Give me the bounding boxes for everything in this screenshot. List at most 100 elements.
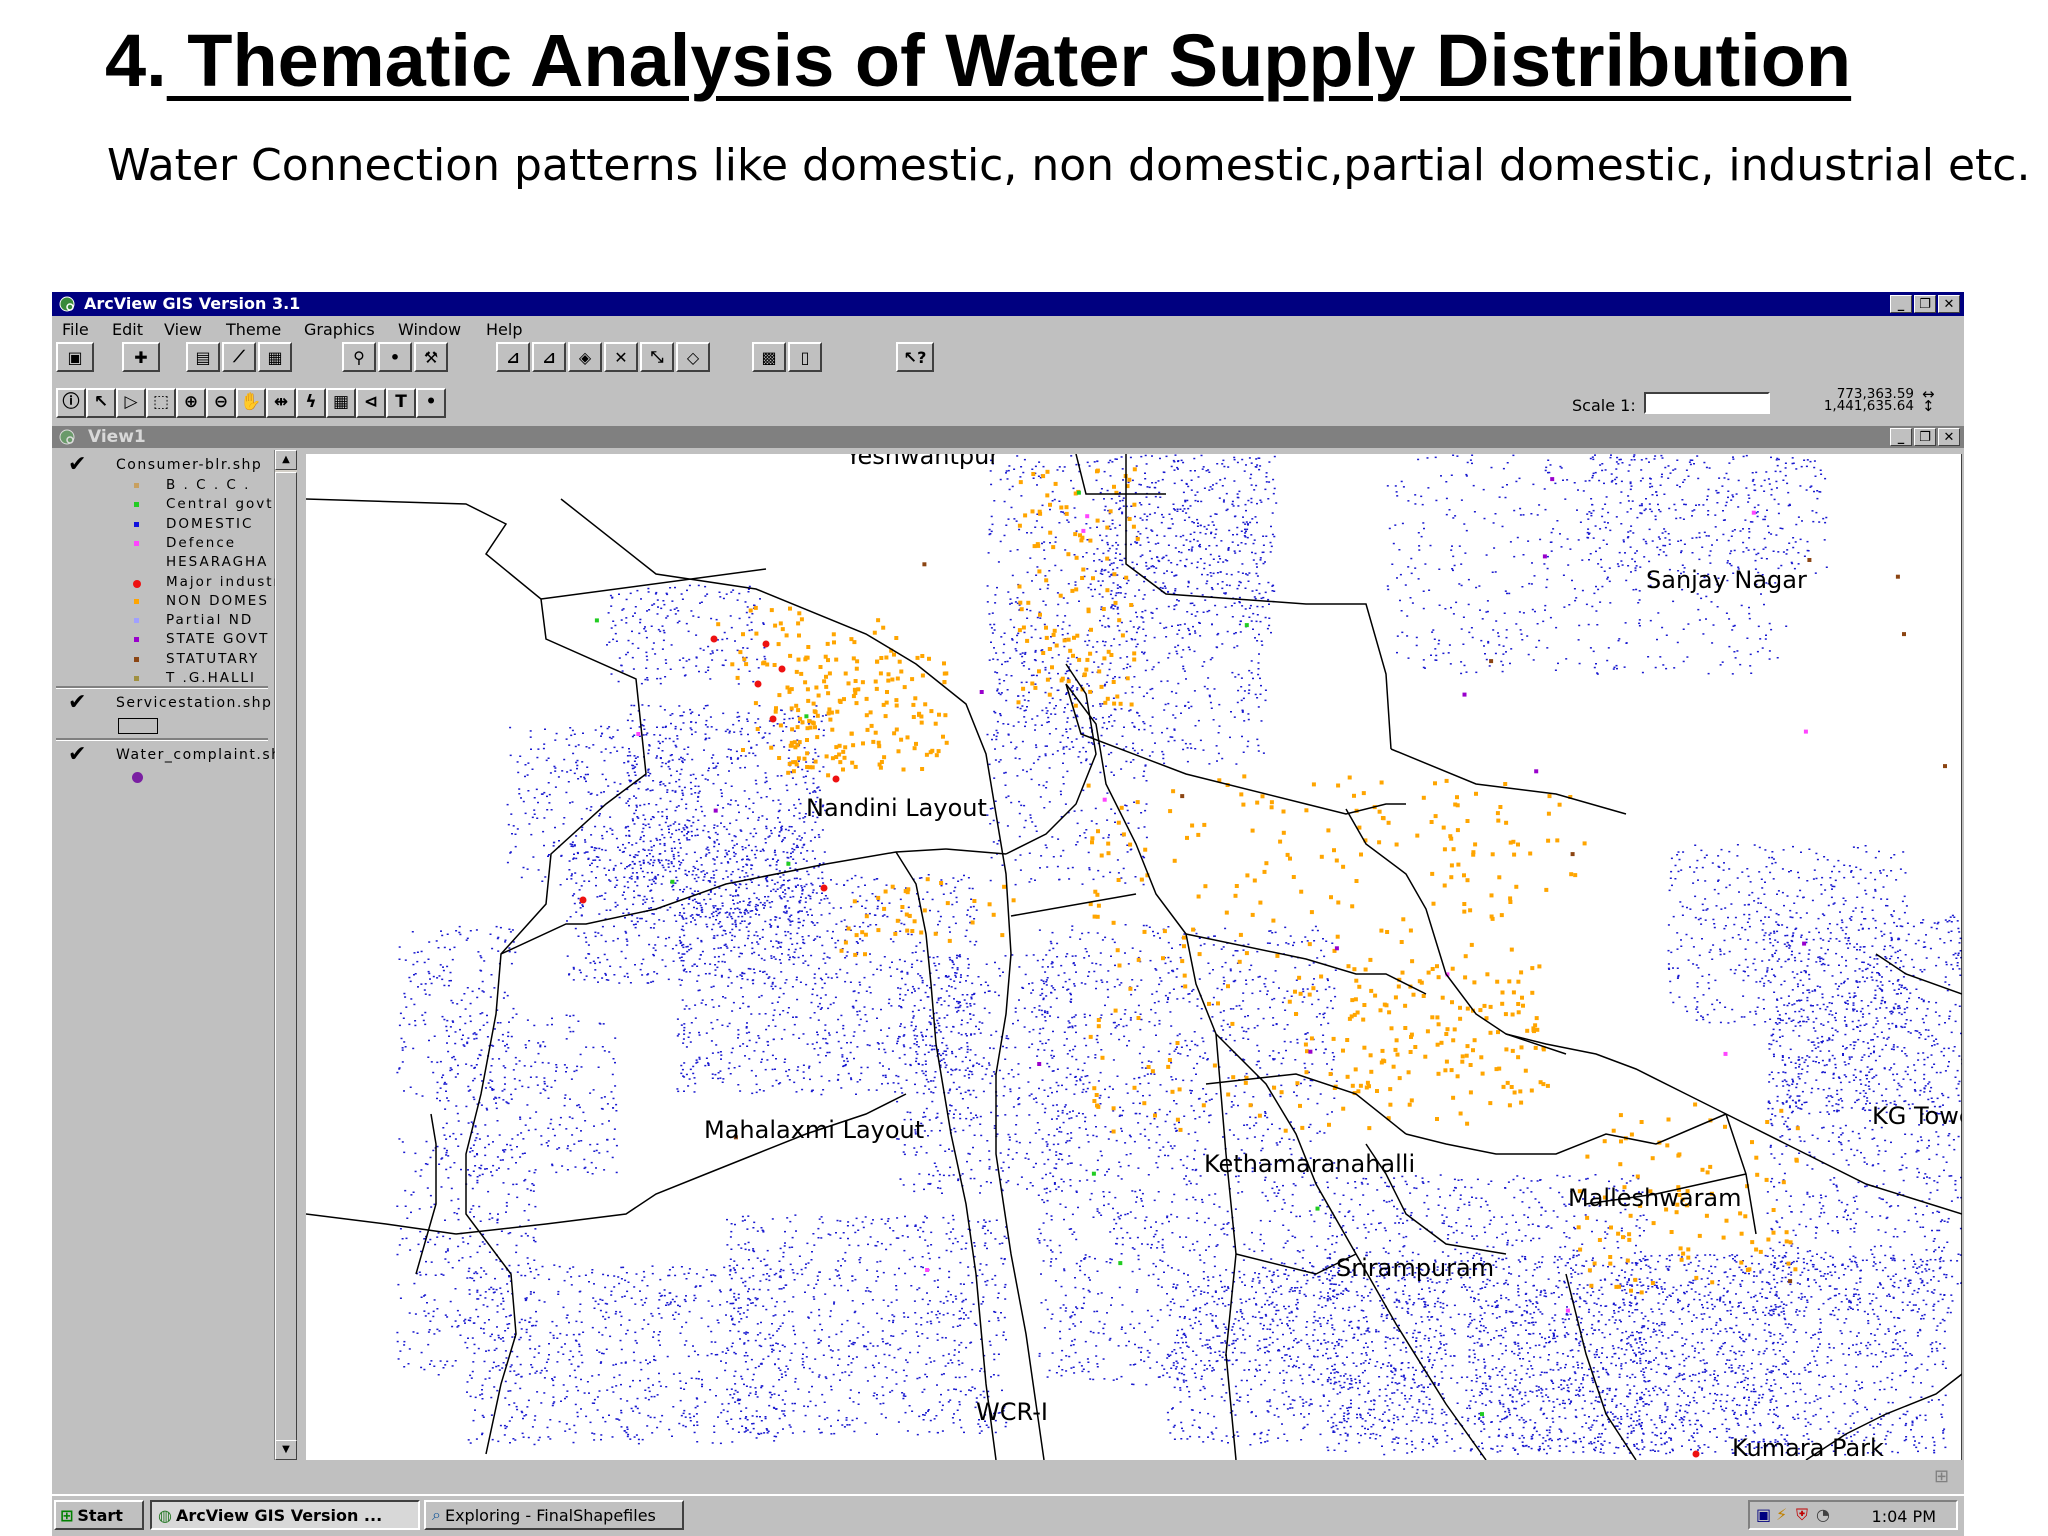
- table-of-contents: ✔ Consumer-blr.shp B . C . C . Central go…: [52, 450, 285, 1460]
- clear-selection-icon[interactable]: ⊿: [532, 342, 566, 372]
- legend-label: NON DOMES: [166, 592, 269, 609]
- scale-label: Scale 1:: [1572, 396, 1636, 415]
- zoom-out-icon[interactable]: ⊖: [206, 388, 236, 418]
- menu-window[interactable]: Window: [398, 320, 461, 339]
- button-bar: ▣ ✚ ▤ ⟋ ▦ ⚲ • ⚒ ⊿ ⊿ ◈ ✕ ⤡ ◇ ▩ ▯ ↖?: [52, 342, 1964, 376]
- legend-label: B . C . C .: [166, 477, 251, 493]
- scheduler-icon[interactable]: ⚡: [1776, 1505, 1787, 1524]
- map-label: Mahalaxmi Layout: [704, 1116, 925, 1144]
- locate-address-icon[interactable]: •: [378, 342, 412, 372]
- theme-checkbox-servicestation[interactable]: ✔: [68, 690, 86, 715]
- theme-name: Servicestation.shp: [116, 695, 273, 711]
- legend-symbol: [134, 637, 139, 643]
- task-arcview-label: ArcView GIS Version ...: [175, 1505, 383, 1525]
- help-pointer-icon[interactable]: ↖?: [896, 342, 934, 372]
- scroll-up-icon[interactable]: ▲: [275, 450, 297, 470]
- pan-icon[interactable]: ✋: [236, 388, 266, 418]
- menu-graphics[interactable]: Graphics: [304, 320, 375, 339]
- label-icon[interactable]: ⊲: [356, 388, 386, 418]
- select-feature-icon[interactable]: ⬚: [146, 388, 176, 418]
- map-label: Nandini Layout: [806, 794, 987, 822]
- find-icon[interactable]: ⚲: [342, 342, 376, 372]
- map-canvas[interactable]: Yeshwantpur Sanjay Nagar Nandini Layout …: [306, 454, 1962, 1460]
- menu-view[interactable]: View: [164, 320, 202, 339]
- antivirus-icon[interactable]: ⛨: [1796, 1505, 1808, 1525]
- minimize-button[interactable]: _: [1890, 295, 1912, 313]
- task-explorer[interactable]: ⌕ Exploring - FinalShapefiles: [424, 1500, 684, 1530]
- scale-input[interactable]: [1644, 392, 1770, 414]
- menu-edit[interactable]: Edit: [112, 320, 143, 339]
- theme-checkbox-water-complaint[interactable]: ✔: [68, 742, 86, 767]
- hotlink-icon[interactable]: ϟ: [296, 388, 326, 418]
- resize-grip-icon[interactable]: ⊞: [1934, 1466, 1956, 1487]
- view-titlebar[interactable]: View1 _ ❐ ✕: [52, 426, 1964, 448]
- zoom-active-icon[interactable]: ✕: [604, 342, 638, 372]
- toc-scrollbar[interactable]: ▲ ▼: [275, 450, 297, 1460]
- map-label: Yeshwantpur: [846, 454, 1000, 470]
- arcview-window: ArcView GIS Version 3.1 _ ❐ ✕ File Edit …: [52, 292, 1964, 1536]
- slide-subtitle: Water Connection patterns like domestic,…: [107, 140, 2031, 191]
- toc-separator: [56, 738, 268, 741]
- pointer-icon[interactable]: ↖: [86, 388, 116, 418]
- measure-icon[interactable]: ⇹: [266, 388, 296, 418]
- view-close-button[interactable]: ✕: [1938, 428, 1960, 446]
- legend-label: Partial ND: [166, 612, 254, 629]
- map-label: Sanjay Nagar: [1646, 566, 1807, 594]
- start-label: Start: [77, 1505, 123, 1525]
- slide-title: 4. Thematic Analysis of Water Supply Dis…: [105, 18, 1851, 103]
- legend-symbol: [134, 560, 139, 566]
- start-button[interactable]: ⊞ Start: [54, 1500, 144, 1530]
- draw-point-icon[interactable]: •: [416, 388, 446, 418]
- open-table-icon[interactable]: ▦: [258, 342, 292, 372]
- legend-label: HESARAGHA: [166, 554, 269, 571]
- vertex-edit-icon[interactable]: ▷: [116, 388, 146, 418]
- network-icon[interactable]: ▣: [1756, 1505, 1771, 1524]
- menu-bar: File Edit View Theme Graphics Window Hel…: [52, 318, 1964, 340]
- zoom-full-icon[interactable]: ◈: [568, 342, 602, 372]
- theme-checkbox-consumer[interactable]: ✔: [68, 452, 86, 477]
- edit-legend-icon[interactable]: ⟋: [222, 342, 256, 372]
- theme-properties-icon[interactable]: ▤: [186, 342, 220, 372]
- menu-theme[interactable]: Theme: [226, 320, 281, 339]
- theme-name: Water_complaint.sh: [116, 747, 282, 763]
- map-label: Kumara Park: [1732, 1434, 1884, 1460]
- select-features-icon[interactable]: ⊿: [496, 342, 530, 372]
- zoom-in-icon[interactable]: ⊕: [176, 388, 206, 418]
- toc-separator: [56, 686, 268, 689]
- legend-symbol: [134, 656, 139, 662]
- restore-button[interactable]: ❐: [1914, 295, 1936, 313]
- query-builder-icon[interactable]: ⚒: [414, 342, 448, 372]
- scroll-track[interactable]: [275, 472, 297, 1460]
- volume-icon[interactable]: ◔: [1816, 1505, 1830, 1524]
- slide-title-text: Thematic Analysis of Water Supply Distri…: [166, 19, 1852, 102]
- legend-symbol: [134, 540, 139, 546]
- legend-symbol: [134, 618, 139, 624]
- view-title: View1: [88, 427, 146, 447]
- clock: 1:04 PM: [1871, 1507, 1936, 1526]
- text-tool-icon[interactable]: T: [386, 388, 416, 418]
- map-features: [306, 454, 1962, 1460]
- view-minimize-button[interactable]: _: [1890, 428, 1912, 446]
- complaint-point-symbol: [132, 772, 143, 783]
- area-of-interest-icon[interactable]: ▦: [326, 388, 356, 418]
- menu-file[interactable]: File: [62, 320, 89, 339]
- task-arcview[interactable]: ◍ ArcView GIS Version ...: [150, 1500, 420, 1530]
- map-label: Kethamaranahalli: [1204, 1150, 1416, 1178]
- layout-icon[interactable]: ▩: [752, 342, 786, 372]
- close-button[interactable]: ✕: [1938, 295, 1960, 313]
- legend-label: DOMESTIC: [166, 515, 254, 532]
- identify-icon[interactable]: ⓘ: [56, 388, 86, 418]
- map-label: WCR-I: [976, 1398, 1048, 1426]
- zoom-selected-icon[interactable]: ⤡: [640, 342, 674, 372]
- chart-icon[interactable]: ▯: [788, 342, 822, 372]
- explorer-task-icon: ⌕: [432, 1505, 441, 1524]
- menu-help[interactable]: Help: [486, 320, 522, 339]
- theme-name: Consumer-blr.shp: [116, 457, 263, 473]
- legend-label: Defence: [166, 534, 237, 551]
- app-titlebar[interactable]: ArcView GIS Version 3.1 _ ❐ ✕: [52, 292, 1964, 316]
- add-theme-icon[interactable]: ✚: [122, 342, 160, 372]
- save-project-icon[interactable]: ▣: [56, 342, 94, 372]
- scroll-down-icon[interactable]: ▼: [275, 1440, 297, 1460]
- zoom-previous-icon[interactable]: ◇: [676, 342, 710, 372]
- view-restore-button[interactable]: ❐: [1914, 428, 1936, 446]
